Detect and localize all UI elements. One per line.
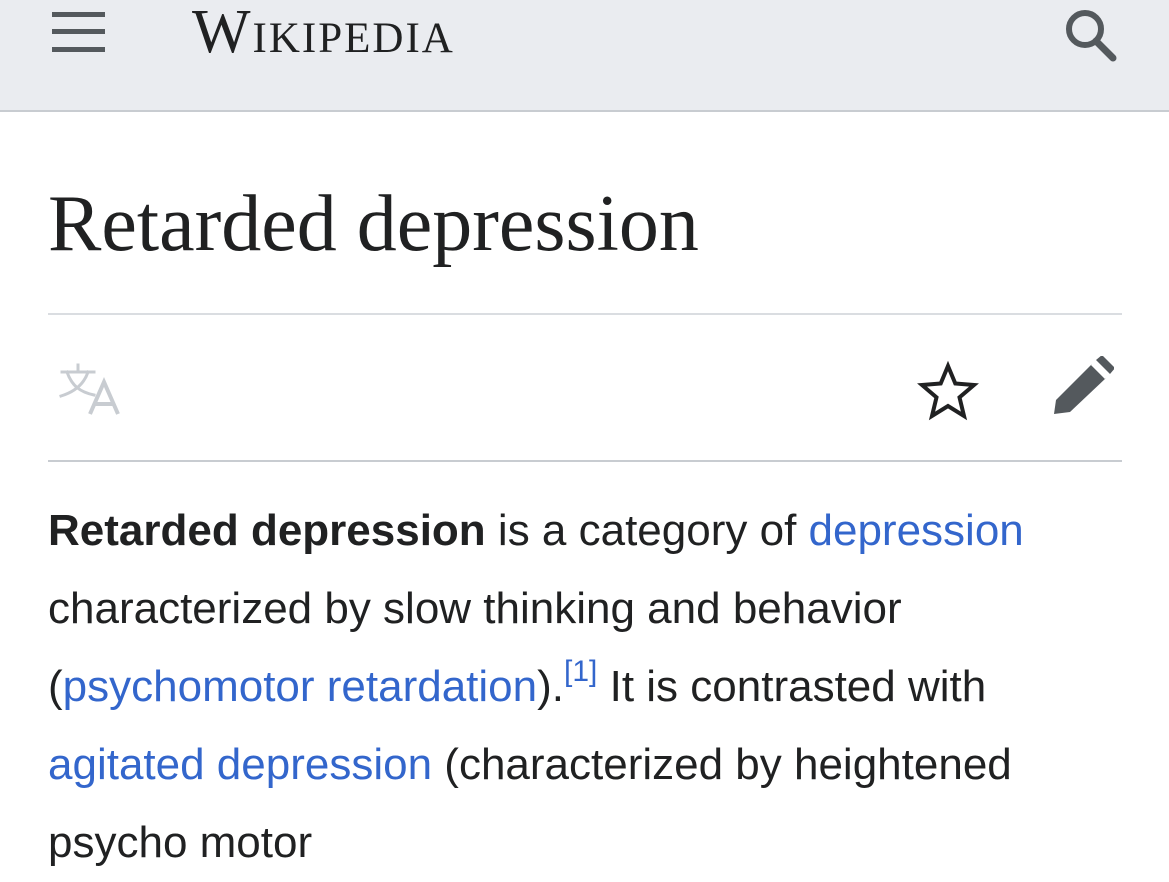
search-icon <box>1066 10 1117 62</box>
lead-text-1: is a category of <box>485 506 809 555</box>
top-bar: Wikipedia <box>0 0 1169 112</box>
language-button[interactable] <box>58 362 124 418</box>
edit-button[interactable] <box>1048 355 1115 422</box>
article-lead-paragraph: Retarded depression is a category of dep… <box>48 492 1128 882</box>
hamburger-menu-icon <box>52 12 105 17</box>
page-title: Retarded depression <box>48 180 699 268</box>
wikipedia-wordmark[interactable]: Wikipedia <box>192 0 455 66</box>
reference-1[interactable]: [1] <box>564 655 597 688</box>
hamburger-menu-icon-bar <box>52 29 105 34</box>
star-icon <box>917 360 979 421</box>
link-depression[interactable]: depression <box>809 506 1024 555</box>
actions-divider <box>48 460 1122 462</box>
title-divider <box>48 313 1122 315</box>
link-psychomotor-retardation[interactable]: psychomotor retardation <box>63 662 537 711</box>
link-agitated-depression[interactable]: agitated depression <box>48 740 432 789</box>
lead-text-3: ). <box>537 662 565 711</box>
lead-text-4: It is contrasted with <box>597 662 987 711</box>
pencil-icon <box>1054 355 1115 414</box>
search-button[interactable] <box>1060 2 1120 62</box>
bold-term: Retarded depression <box>48 506 486 555</box>
watch-star-button[interactable] <box>915 358 981 424</box>
hamburger-menu-icon-bar <box>52 47 105 52</box>
main-menu-button[interactable] <box>48 8 108 56</box>
language-icon <box>59 363 120 415</box>
